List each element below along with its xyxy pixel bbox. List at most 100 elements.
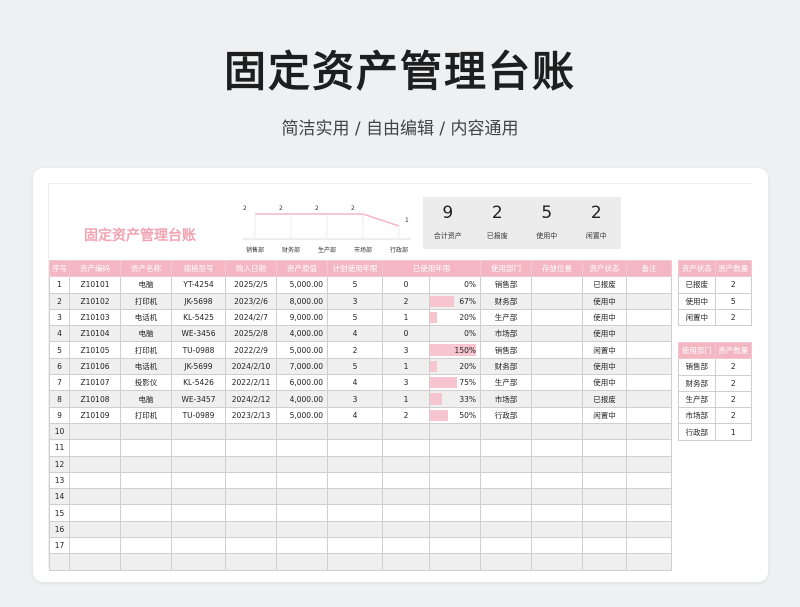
cell-code[interactable]: Z10104 xyxy=(69,325,121,343)
cell-value[interactable]: 8,000.00 xyxy=(276,292,328,310)
table-row[interactable]: 14 xyxy=(49,488,672,506)
cell-value[interactable]: 6,000.00 xyxy=(276,374,328,392)
cell-dept[interactable]: 市场部 xyxy=(480,390,532,408)
cell-pct[interactable] xyxy=(429,439,481,457)
cell-status[interactable]: 已报废 xyxy=(582,390,627,408)
cell-date[interactable] xyxy=(225,422,277,441)
cell-name[interactable] xyxy=(120,504,172,522)
cell-code[interactable] xyxy=(69,455,121,473)
column-header[interactable]: 计划使用年限 xyxy=(327,259,383,278)
cell-status[interactable]: 使用中 xyxy=(582,374,627,392)
cell-pct[interactable]: 0% xyxy=(429,325,481,343)
summary-row[interactable]: 闲置中 2 xyxy=(678,308,752,327)
cell-name[interactable]: 电脑 xyxy=(120,276,172,294)
cell-loc[interactable] xyxy=(531,292,583,310)
cell-date[interactable]: 2023/2/13 xyxy=(225,406,277,424)
cell-note[interactable] xyxy=(626,455,672,473)
cell-no[interactable]: 8 xyxy=(49,390,70,408)
cell-plan[interactable] xyxy=(327,439,383,457)
cell-value[interactable] xyxy=(276,439,328,457)
cell-model[interactable] xyxy=(171,439,226,457)
cell-model[interactable]: YT-4254 xyxy=(171,276,226,294)
cell-used[interactable]: 1 xyxy=(382,390,430,408)
cell-name[interactable] xyxy=(120,520,172,539)
cell-dept[interactable] xyxy=(480,471,532,490)
summary-row[interactable]: 销售部 2 xyxy=(678,358,752,376)
cell-date[interactable]: 2025/2/5 xyxy=(225,276,277,294)
cell-model[interactable]: KL-5425 xyxy=(171,308,226,327)
cell-value[interactable]: 4,000.00 xyxy=(276,325,328,343)
cell-dept[interactable] xyxy=(480,553,532,571)
cell-note[interactable] xyxy=(626,537,672,555)
table-row[interactable] xyxy=(49,553,672,571)
cell-name[interactable] xyxy=(120,439,172,457)
cell-model[interactable]: JK-5699 xyxy=(171,357,226,376)
cell-code[interactable] xyxy=(69,520,121,539)
cell-dept[interactable]: 生产部 xyxy=(480,374,532,392)
summary-count[interactable]: 2 xyxy=(714,407,752,425)
cell-name[interactable]: 打印机 xyxy=(120,406,172,424)
cell-plan[interactable] xyxy=(327,520,383,539)
cell-status[interactable] xyxy=(582,471,627,490)
cell-no[interactable]: 12 xyxy=(49,455,70,473)
cell-name[interactable] xyxy=(120,455,172,473)
cell-plan[interactable] xyxy=(327,471,383,490)
cell-used[interactable]: 1 xyxy=(382,357,430,376)
cell-dept[interactable] xyxy=(480,455,532,473)
cell-plan[interactable] xyxy=(327,553,383,571)
cell-no[interactable]: 6 xyxy=(49,357,70,376)
summary-row[interactable]: 市场部 2 xyxy=(678,407,752,425)
cell-dept[interactable] xyxy=(480,537,532,555)
cell-no[interactable]: 3 xyxy=(49,308,70,327)
cell-used[interactable] xyxy=(382,553,430,571)
cell-value[interactable] xyxy=(276,455,328,473)
cell-dept[interactable] xyxy=(480,504,532,522)
cell-status[interactable] xyxy=(582,537,627,555)
cell-used[interactable]: 3 xyxy=(382,341,430,359)
cell-loc[interactable] xyxy=(531,520,583,539)
cell-name[interactable] xyxy=(120,537,172,555)
cell-loc[interactable] xyxy=(531,504,583,522)
cell-plan[interactable] xyxy=(327,537,383,555)
summary-key[interactable]: 闲置中 xyxy=(678,308,716,327)
summary-count[interactable]: 2 xyxy=(714,374,752,392)
table-row[interactable]: 1 Z10101 电脑 YT-4254 2025/2/5 5,000.00 5 0 0% 销售部 已… xyxy=(49,276,672,294)
cell-model[interactable] xyxy=(171,422,226,441)
cell-dept[interactable]: 销售部 xyxy=(480,341,532,359)
cell-loc[interactable] xyxy=(531,471,583,490)
cell-code[interactable]: Z10107 xyxy=(69,374,121,392)
cell-plan[interactable] xyxy=(327,422,383,441)
cell-status[interactable] xyxy=(582,422,627,441)
cell-code[interactable]: Z10109 xyxy=(69,406,121,424)
cell-no[interactable]: 1 xyxy=(49,276,70,294)
cell-pct[interactable]: 150% xyxy=(429,341,481,359)
cell-used[interactable]: 2 xyxy=(382,292,430,310)
cell-note[interactable] xyxy=(626,374,672,392)
cell-name[interactable] xyxy=(120,422,172,441)
cell-no[interactable]: 14 xyxy=(49,488,70,506)
cell-pct[interactable]: 0% xyxy=(429,276,481,294)
summary-key[interactable]: 销售部 xyxy=(678,358,716,376)
cell-status[interactable]: 闲置中 xyxy=(582,406,627,424)
cell-date[interactable]: 2024/2/7 xyxy=(225,308,277,327)
cell-value[interactable]: 4,000.00 xyxy=(276,390,328,408)
table-row[interactable]: 11 xyxy=(49,439,672,457)
table-row[interactable]: 4 Z10104 电脑 WE-3456 2025/2/8 4,000.00 4 0 0% 市场部使… xyxy=(49,325,672,343)
cell-model[interactable] xyxy=(171,537,226,555)
cell-pct[interactable] xyxy=(429,553,481,571)
cell-model[interactable] xyxy=(171,455,226,473)
cell-note[interactable] xyxy=(626,357,672,376)
summary-count[interactable]: 2 xyxy=(714,390,752,409)
cell-note[interactable] xyxy=(626,406,672,424)
column-header[interactable]: 资产名称 xyxy=(120,259,172,278)
cell-status[interactable] xyxy=(582,520,627,539)
summary-row[interactable]: 已报废 2 xyxy=(678,276,752,294)
cell-used[interactable] xyxy=(382,520,430,539)
cell-note[interactable] xyxy=(626,553,672,571)
summary-row[interactable]: 行政部 1 xyxy=(678,423,752,441)
cell-used[interactable]: 2 xyxy=(382,406,430,424)
cell-name[interactable]: 电脑 xyxy=(120,390,172,408)
cell-pct[interactable]: 20% xyxy=(429,357,481,376)
cell-pct[interactable] xyxy=(429,471,481,490)
cell-name[interactable]: 电脑 xyxy=(120,325,172,343)
